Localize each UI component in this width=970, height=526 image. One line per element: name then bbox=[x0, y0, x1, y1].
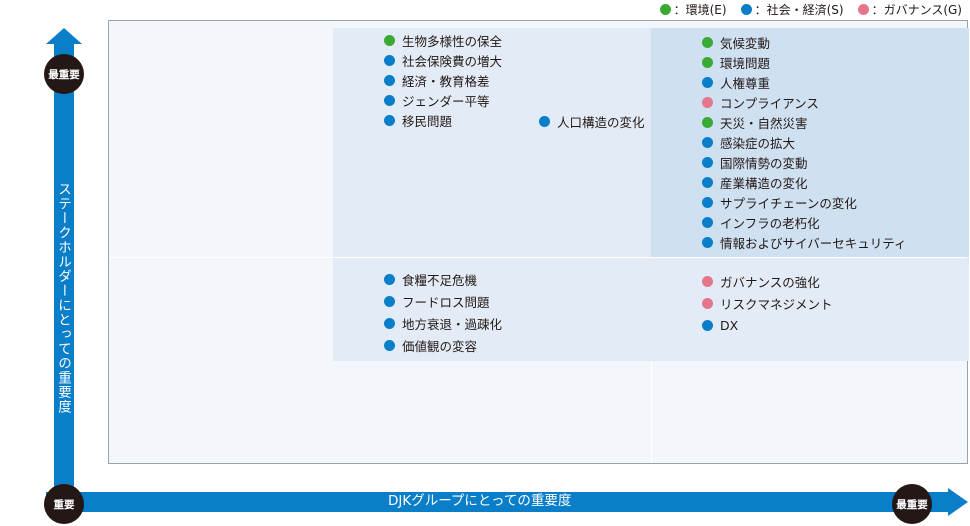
blue-dot-icon bbox=[702, 136, 713, 148]
legend-item-social-economic: ：社会・経済(S) bbox=[740, 1, 844, 18]
blue-dot-icon bbox=[384, 114, 395, 126]
issue-label: 価値観の変容 bbox=[402, 338, 478, 354]
blue-dot-icon bbox=[384, 54, 395, 66]
pink-dot-icon bbox=[702, 96, 713, 108]
pink-dot-icon bbox=[857, 3, 869, 15]
origin-badge: 重要 bbox=[44, 484, 84, 524]
issue-label: 環境問題 bbox=[720, 55, 771, 71]
green-dot-icon bbox=[702, 116, 713, 128]
green-dot-icon bbox=[702, 56, 713, 68]
blue-dot-icon bbox=[702, 196, 713, 208]
issue-label: 国際情勢の変動 bbox=[720, 155, 808, 171]
issue-item: ジェンダー平等 bbox=[384, 90, 502, 110]
issue-item: 天災・自然災害 bbox=[702, 112, 907, 132]
green-dot-icon bbox=[384, 34, 395, 46]
issue-item: 人権尊重 bbox=[702, 72, 907, 92]
issue-label: 生物多様性の保全 bbox=[402, 33, 503, 49]
issue-label: ガバナンスの強化 bbox=[720, 274, 820, 290]
legend-item-governance: ：ガバナンス(G) bbox=[857, 1, 962, 18]
issue-label: 人権尊重 bbox=[720, 75, 771, 91]
grid-divider bbox=[651, 361, 652, 463]
blue-dot-icon bbox=[384, 273, 395, 285]
blue-dot-icon bbox=[702, 76, 713, 88]
issue-item: コンプライアンス bbox=[702, 92, 907, 112]
issue-item: 移民問題 bbox=[384, 110, 502, 130]
arrow-right-icon bbox=[948, 488, 968, 516]
issue-label: 食糧不足危機 bbox=[402, 272, 478, 288]
blue-dot-icon bbox=[384, 295, 395, 307]
issue-label: コンプライアンス bbox=[720, 95, 819, 111]
issue-label: インフラの老朽化 bbox=[720, 215, 820, 231]
issue-item: 感染症の拡大 bbox=[702, 132, 907, 152]
issue-label: DX bbox=[720, 317, 739, 333]
issue-item: 価値観の変容 bbox=[384, 334, 502, 356]
legend-label: ：環境(E) bbox=[673, 2, 727, 17]
issue-label: 産業構造の変化 bbox=[720, 175, 808, 191]
y-axis-label: ステークホルダーにとっての重要度 bbox=[55, 182, 71, 414]
issue-item: リスクマネジメント bbox=[702, 292, 833, 314]
issue-list-upper-right: 気候変動環境問題人権尊重コンプライアンス 天災・自然災害 感染症の拡大 国際情勢の変動… bbox=[702, 32, 907, 252]
green-dot-icon bbox=[702, 36, 713, 48]
issue-label: 人口構造の変化 bbox=[557, 114, 645, 130]
issue-item: 環境問題 bbox=[702, 52, 907, 72]
issue-label: 経済・教育格差 bbox=[402, 73, 490, 89]
blue-dot-icon bbox=[702, 319, 713, 331]
issue-item: 食糧不足危機 bbox=[384, 268, 502, 290]
issue-item: 気候変動 bbox=[702, 32, 907, 52]
issue-label: ジェンダー平等 bbox=[402, 93, 490, 109]
blue-dot-icon bbox=[384, 317, 395, 329]
issue-item: ガバナンスの強化 bbox=[702, 270, 833, 292]
issue-item: 国際情勢の変動 bbox=[702, 152, 907, 172]
blue-dot-icon bbox=[384, 94, 395, 106]
issue-label: リスクマネジメント bbox=[720, 296, 833, 312]
blue-dot-icon bbox=[539, 115, 550, 127]
issue-label: サプライチェーンの変化 bbox=[720, 195, 857, 211]
x-axis-label: DJKグループにとっての重要度 bbox=[388, 493, 572, 509]
blue-dot-icon bbox=[702, 156, 713, 168]
issue-item: 産業構造の変化 bbox=[702, 172, 907, 192]
issue-item: 地方衰退・過疎化 bbox=[384, 312, 502, 334]
y-axis-top-badge: 最重要 bbox=[44, 54, 84, 94]
issue-list-boundary: 人口構造の変化 bbox=[539, 111, 645, 131]
issue-label: 気候変動 bbox=[720, 35, 771, 51]
issue-label: フードロス問題 bbox=[402, 294, 490, 310]
issue-label: 社会保険費の増大 bbox=[402, 53, 503, 69]
issue-list-upper-middle: 生物多様性の保全 社会保険費の増大 経済・教育格差 ジェンダー平等 移民問題 bbox=[384, 30, 502, 130]
x-axis-right-badge: 最重要 bbox=[892, 484, 932, 524]
issue-item: フードロス問題 bbox=[384, 290, 502, 312]
issue-label: 感染症の拡大 bbox=[720, 135, 796, 151]
issue-label: 天災・自然災害 bbox=[720, 115, 808, 131]
pink-dot-icon bbox=[702, 275, 713, 287]
grid-divider bbox=[109, 257, 967, 258]
issue-item: 人口構造の変化 bbox=[539, 111, 645, 131]
issue-item: 経済・教育格差 bbox=[384, 70, 502, 90]
issue-label: 情報およびサイバーセキュリティ bbox=[720, 235, 907, 251]
issue-list-middle-middle: 食糧不足危機 フードロス問題 地方衰退・過疎化 価値観の変容 bbox=[384, 268, 502, 356]
blue-dot-icon bbox=[384, 339, 395, 351]
blue-dot-icon bbox=[702, 236, 713, 248]
blue-dot-icon bbox=[740, 3, 752, 15]
pink-dot-icon bbox=[702, 297, 713, 309]
legend-label: ：ガバナンス(G) bbox=[871, 2, 962, 17]
issue-item: DX bbox=[702, 314, 833, 336]
issue-item: サプライチェーンの変化 bbox=[702, 192, 907, 212]
issue-item: 情報およびサイバーセキュリティ bbox=[702, 232, 907, 252]
legend: ：環境(E) ：社会・経済(S) ：ガバナンス(G) bbox=[659, 0, 962, 18]
issue-label: 移民問題 bbox=[402, 113, 453, 129]
blue-dot-icon bbox=[384, 74, 395, 86]
legend-label: ：社会・経済(S) bbox=[754, 2, 844, 17]
issue-list-middle-right: ガバナンスの強化 リスクマネジメント DX bbox=[702, 270, 833, 336]
issue-item: インフラの老朽化 bbox=[702, 212, 907, 232]
legend-item-environment: ：環境(E) bbox=[659, 1, 727, 18]
issue-item: 生物多様性の保全 bbox=[384, 30, 502, 50]
green-dot-icon bbox=[659, 3, 671, 15]
issue-item: 社会保険費の増大 bbox=[384, 50, 502, 70]
blue-dot-icon bbox=[702, 216, 713, 228]
blue-dot-icon bbox=[702, 176, 713, 188]
issue-label: 地方衰退・過疎化 bbox=[402, 316, 503, 332]
